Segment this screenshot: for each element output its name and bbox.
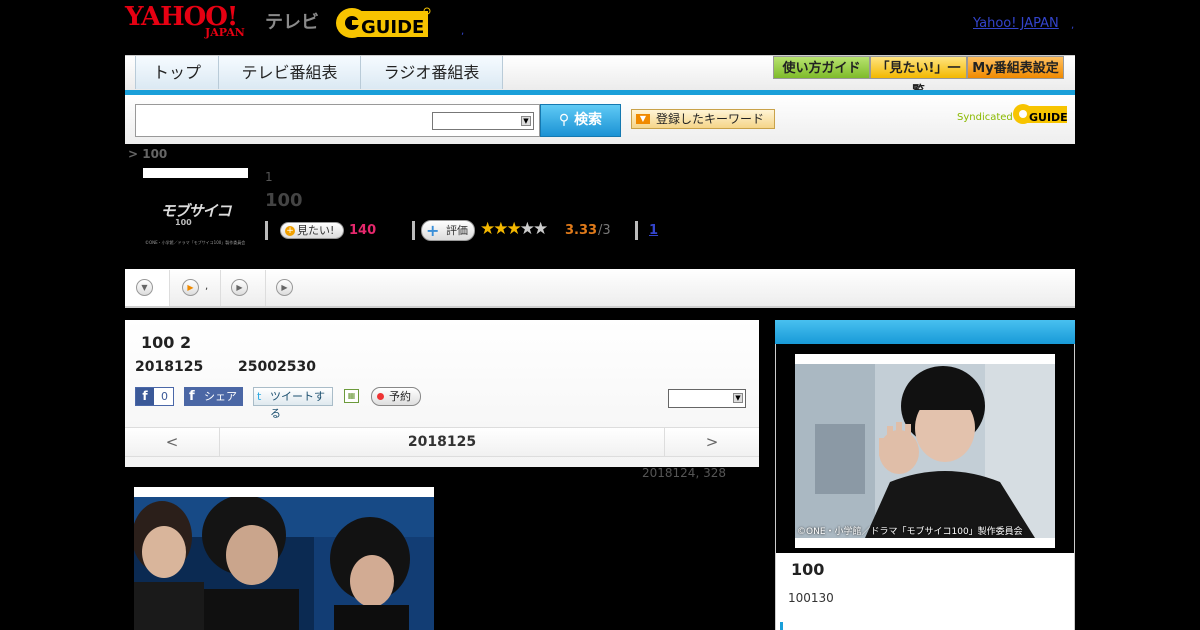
tab-reviews[interactable]: ▶ bbox=[266, 270, 306, 306]
thumbnail-copyright: ©ONE・小学館／ドラマ「モブサイコ100」製作委員会 bbox=[145, 240, 246, 245]
syndicated-logo-text: GUIDE bbox=[1029, 111, 1068, 124]
tab-details[interactable]: ▼ bbox=[125, 270, 170, 306]
rate-button[interactable]: + 評価 bbox=[421, 220, 475, 241]
syndicated-label: Syndicated bbox=[957, 112, 1013, 123]
tab-episodes[interactable]: ▶ , bbox=[170, 270, 221, 306]
chevron-down-icon: ▼ bbox=[733, 393, 743, 403]
episode-date: 2018125 bbox=[135, 359, 204, 375]
pager-current-date: 2018125 bbox=[407, 434, 477, 450]
chevron-down-icon: ▼ bbox=[521, 116, 531, 126]
registered-keywords-button[interactable]: ▼ 登録したキーワード bbox=[631, 109, 775, 129]
usage-guide-button[interactable]: 使い方ガイド bbox=[773, 56, 870, 79]
search-button-label: 検索 bbox=[574, 112, 603, 128]
mitai-button-label: 見たい! bbox=[297, 224, 335, 237]
play-icon: ▶ bbox=[182, 279, 199, 296]
sidebar-accent-bar bbox=[780, 622, 783, 630]
program-number: 1 bbox=[265, 170, 273, 184]
divider bbox=[265, 221, 268, 240]
review-count-link[interactable]: 1 bbox=[649, 223, 658, 238]
play-icon: ▶ bbox=[231, 279, 248, 296]
sidebar-photo-copyright: ©ONE・小学館／ドラマ「モブサイコ100」製作委員会 bbox=[797, 527, 1023, 537]
thumbnail-title-logo: モブサイコ bbox=[160, 202, 231, 220]
facebook-icon: f bbox=[189, 389, 195, 404]
program-title: 100 bbox=[265, 190, 303, 211]
my-listings-settings-button[interactable]: My番組表設定 bbox=[967, 56, 1064, 79]
gguide-logo[interactable]: GUIDE bbox=[335, 6, 431, 40]
record-icon bbox=[377, 393, 384, 400]
episode-photo[interactable] bbox=[134, 487, 434, 630]
page-root: YAHOO! JAPAN テレビ GUIDE , Yahoo! JAPAN , … bbox=[0, 0, 1200, 630]
header-separator-right: , bbox=[1071, 20, 1075, 31]
header-separator: , bbox=[461, 26, 465, 37]
registered-keywords-label: 登録したキーワード bbox=[656, 112, 765, 126]
twitter-icon: t bbox=[257, 390, 262, 403]
gguide-logo-text: GUIDE bbox=[361, 17, 424, 38]
pager-prev-button[interactable]: < bbox=[125, 428, 220, 457]
mitai-button[interactable]: + 見たい! bbox=[280, 222, 344, 239]
star-filled-icon: ★ bbox=[506, 219, 522, 239]
syndicated-gguide-logo: GUIDE bbox=[1013, 104, 1068, 124]
episode-title: 100 2 bbox=[141, 333, 192, 352]
triangle-down-icon: ▼ bbox=[636, 114, 650, 124]
facebook-share-button[interactable]: f シェア bbox=[184, 387, 243, 406]
tweet-button[interactable]: t ツイートする bbox=[253, 387, 333, 420]
mitai-list-button[interactable]: 「見たい!」一覧 bbox=[870, 56, 967, 99]
plus-icon: + bbox=[426, 221, 440, 240]
tv-logo-text[interactable]: テレビ bbox=[265, 8, 319, 34]
rate-button-label: 評価 bbox=[446, 224, 468, 237]
search-button[interactable]: ⚲ 検索 bbox=[540, 104, 621, 137]
sidebar-subtitle: 100130 bbox=[788, 591, 834, 605]
sidebar-title: 100 bbox=[791, 560, 825, 579]
sidebar-header bbox=[775, 320, 1075, 344]
calendar-add-icon[interactable]: ▦ bbox=[344, 389, 359, 403]
nav-tab-top[interactable]: トップ bbox=[135, 56, 219, 89]
search-icon: ⚲ bbox=[558, 112, 575, 128]
breadcrumb[interactable]: > 100 bbox=[128, 147, 167, 161]
nav-tab-radio-listings[interactable]: ラジオ番組表 bbox=[361, 56, 503, 89]
rating-stars: ★★★★★ bbox=[480, 219, 548, 239]
facebook-share-label: シェア bbox=[204, 390, 237, 403]
rating-value: 3.33 bbox=[565, 223, 598, 238]
reserve-label: 予約 bbox=[389, 390, 411, 403]
divider bbox=[635, 221, 638, 240]
star-empty-icon: ★ bbox=[519, 219, 535, 239]
rating-count: /3 bbox=[598, 223, 611, 238]
chevron-down-icon: ▼ bbox=[136, 279, 153, 296]
episode-select[interactable]: ▼ bbox=[668, 389, 746, 408]
sidebar-photo[interactable] bbox=[795, 354, 1055, 548]
search-category-select[interactable]: ▼ bbox=[432, 112, 534, 130]
yahoo-japan-link[interactable]: Yahoo! JAPAN bbox=[973, 16, 1059, 31]
plus-icon: + bbox=[285, 226, 295, 236]
pager-next-button[interactable]: > bbox=[664, 428, 759, 457]
facebook-like-count: 0 bbox=[161, 390, 168, 403]
episode-time: 25002530 bbox=[238, 359, 316, 375]
star-filled-icon: ★ bbox=[480, 219, 495, 239]
play-icon: ▶ bbox=[276, 279, 293, 296]
yahoo-japan-logo-text: JAPAN bbox=[205, 26, 245, 39]
tab-episodes-label: , bbox=[205, 281, 209, 292]
divider bbox=[412, 221, 415, 240]
facebook-icon: f bbox=[136, 388, 154, 405]
star-empty-icon: ★ bbox=[533, 219, 548, 239]
star-filled-icon: ★ bbox=[493, 219, 508, 239]
mitai-count: 140 bbox=[349, 223, 377, 238]
tab-cast[interactable]: ▶ bbox=[221, 270, 266, 306]
facebook-like-button[interactable]: f 0 bbox=[135, 387, 174, 406]
thumbnail-subtitle: 100 bbox=[175, 218, 192, 227]
update-timestamp: 2018124, 328 bbox=[642, 466, 726, 480]
program-thumbnail[interactable]: モブサイコ 100 ©ONE・小学館／ドラマ「モブサイコ100」製作委員会 bbox=[143, 168, 248, 248]
reserve-button[interactable]: 予約 bbox=[371, 387, 421, 406]
nav-tab-tv-listings[interactable]: テレビ番組表 bbox=[219, 56, 361, 89]
